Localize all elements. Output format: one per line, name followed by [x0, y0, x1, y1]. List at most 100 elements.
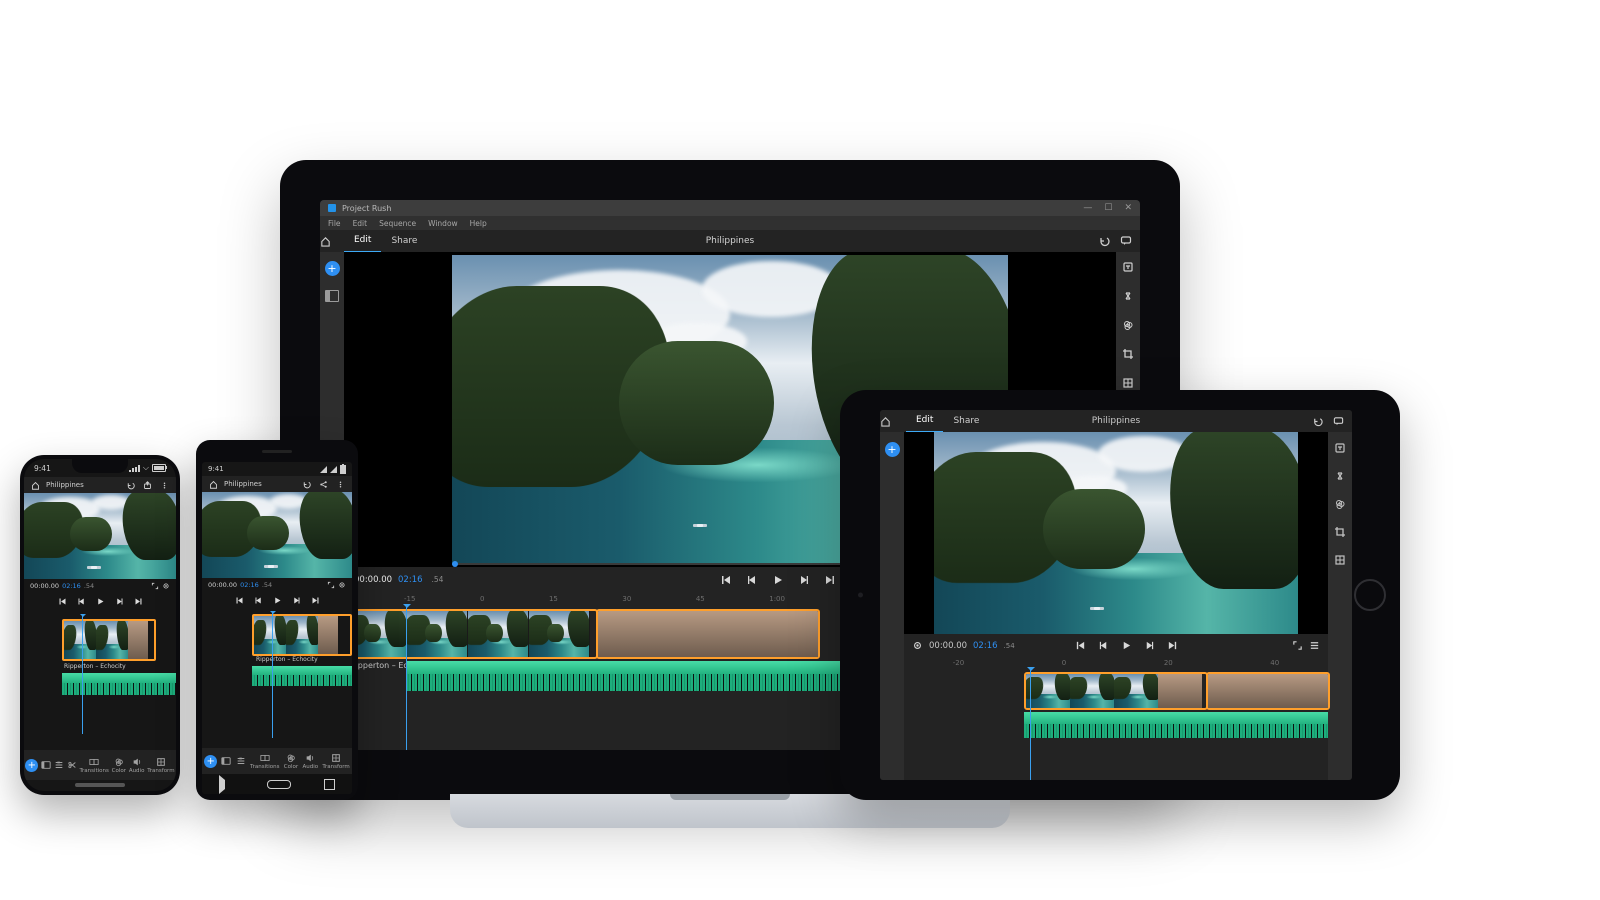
- undo-icon[interactable]: [302, 480, 311, 489]
- audio-icon[interactable]: Audio: [129, 757, 145, 774]
- color-icon[interactable]: Color: [284, 753, 298, 770]
- transitions-icon[interactable]: Transitions: [79, 757, 108, 774]
- home-button[interactable]: [320, 236, 344, 247]
- go-to-end-button[interactable]: [134, 597, 143, 606]
- transitions-icon[interactable]: Transitions: [250, 753, 279, 770]
- timeline[interactable]: Ripperton – Echocity: [904, 668, 1328, 780]
- tab-share[interactable]: Share: [381, 230, 427, 252]
- go-to-end-button[interactable]: [824, 574, 836, 586]
- more-icon[interactable]: [336, 480, 345, 489]
- home-button[interactable]: [880, 416, 906, 427]
- step-back-button[interactable]: [746, 574, 758, 586]
- speed-tool-icon[interactable]: [1122, 290, 1134, 302]
- transform-icon[interactable]: Transform: [322, 753, 349, 770]
- audio-clip[interactable]: [1024, 712, 1328, 738]
- audio-icon[interactable]: Audio: [302, 753, 318, 770]
- go-to-start-button[interactable]: [1075, 640, 1086, 651]
- color-tool-icon[interactable]: [1122, 319, 1134, 331]
- track-toggle-icon[interactable]: [54, 760, 64, 770]
- step-forward-button[interactable]: [798, 574, 810, 586]
- go-to-end-button[interactable]: [1167, 640, 1178, 651]
- menu-sequence[interactable]: Sequence: [379, 219, 416, 228]
- menu-button[interactable]: [1309, 640, 1320, 651]
- undo-icon[interactable]: [126, 481, 135, 490]
- title-tool-icon[interactable]: [1334, 442, 1346, 454]
- video-clip-2[interactable]: [596, 609, 820, 659]
- play-button[interactable]: [1121, 640, 1132, 651]
- playhead[interactable]: [406, 605, 407, 750]
- go-to-start-button[interactable]: [58, 597, 67, 606]
- video-clip-1[interactable]: [1024, 672, 1208, 710]
- playhead[interactable]: [272, 612, 273, 738]
- playhead[interactable]: [82, 615, 83, 734]
- play-button[interactable]: [273, 596, 282, 605]
- panel-toggle-icon[interactable]: [221, 756, 231, 766]
- transform-tool-icon[interactable]: [1122, 377, 1134, 389]
- tablet-home-button[interactable]: [1354, 579, 1386, 611]
- video-clip-2[interactable]: [1206, 672, 1330, 710]
- window-maximize-button[interactable]: ☐: [1104, 204, 1112, 213]
- add-media-button[interactable]: +: [325, 261, 340, 276]
- step-back-button[interactable]: [1098, 640, 1109, 651]
- record-vo-button[interactable]: [912, 640, 923, 651]
- video-clip-1[interactable]: [62, 619, 156, 661]
- play-button[interactable]: [772, 574, 784, 586]
- record-vo-button[interactable]: [338, 581, 346, 589]
- android-recents-button[interactable]: [324, 779, 335, 790]
- home-button[interactable]: [31, 481, 40, 490]
- video-clip-1[interactable]: [344, 609, 598, 659]
- audio-clip[interactable]: [62, 673, 176, 695]
- play-button[interactable]: [96, 597, 105, 606]
- android-home-button[interactable]: [267, 780, 291, 789]
- fullscreen-button[interactable]: [1292, 640, 1303, 651]
- track-toggle-icon[interactable]: [236, 756, 246, 766]
- ios-home-indicator[interactable]: [75, 783, 125, 787]
- window-minimize-button[interactable]: —: [1083, 204, 1092, 213]
- step-back-button[interactable]: [254, 596, 263, 605]
- window-close-button[interactable]: ✕: [1124, 204, 1132, 213]
- export-icon[interactable]: [143, 481, 152, 490]
- timeline[interactable]: Ripperton – Echocity: [24, 609, 176, 750]
- tab-edit[interactable]: Edit: [906, 410, 943, 433]
- undo-button[interactable]: [1098, 235, 1110, 247]
- undo-button[interactable]: [1312, 416, 1323, 427]
- panel-toggle-icon[interactable]: [41, 760, 51, 770]
- more-icon[interactable]: [160, 481, 169, 490]
- video-clip-1[interactable]: [252, 614, 352, 656]
- speed-tool-icon[interactable]: [1334, 470, 1346, 482]
- crop-tool-icon[interactable]: [1122, 348, 1134, 360]
- menu-file[interactable]: File: [328, 219, 341, 228]
- add-media-button[interactable]: +: [25, 759, 38, 772]
- go-to-start-button[interactable]: [720, 574, 732, 586]
- fullscreen-button[interactable]: [151, 582, 159, 590]
- share-icon[interactable]: [319, 480, 328, 489]
- tab-edit[interactable]: Edit: [344, 229, 381, 253]
- comments-button[interactable]: [1333, 416, 1344, 427]
- home-button[interactable]: [209, 480, 218, 489]
- step-forward-button[interactable]: [115, 597, 124, 606]
- add-media-button[interactable]: +: [885, 442, 900, 457]
- scissors-icon[interactable]: [67, 760, 77, 770]
- project-panel-toggle[interactable]: [325, 290, 339, 302]
- android-back-button[interactable]: [219, 775, 234, 794]
- record-vo-button[interactable]: [162, 582, 170, 590]
- step-forward-button[interactable]: [1144, 640, 1155, 651]
- title-tool-icon[interactable]: [1122, 261, 1134, 273]
- timeline[interactable]: Ripperton – Echocity: [202, 608, 352, 748]
- step-back-button[interactable]: [77, 597, 86, 606]
- fullscreen-button[interactable]: [327, 581, 335, 589]
- color-icon[interactable]: Color: [112, 757, 126, 774]
- transform-tool-icon[interactable]: [1334, 554, 1346, 566]
- comments-button[interactable]: [1120, 235, 1132, 247]
- color-tool-icon[interactable]: [1334, 498, 1346, 510]
- step-forward-button[interactable]: [292, 596, 301, 605]
- audio-clip[interactable]: [252, 666, 352, 686]
- crop-tool-icon[interactable]: [1334, 526, 1346, 538]
- transform-icon[interactable]: Transform: [147, 757, 174, 774]
- menu-help[interactable]: Help: [470, 219, 487, 228]
- menu-edit[interactable]: Edit: [353, 219, 368, 228]
- add-media-button[interactable]: +: [204, 755, 217, 768]
- tab-share[interactable]: Share: [943, 410, 989, 432]
- menu-window[interactable]: Window: [428, 219, 458, 228]
- timeline-ruler[interactable]: -20 0 20 40: [904, 658, 1328, 668]
